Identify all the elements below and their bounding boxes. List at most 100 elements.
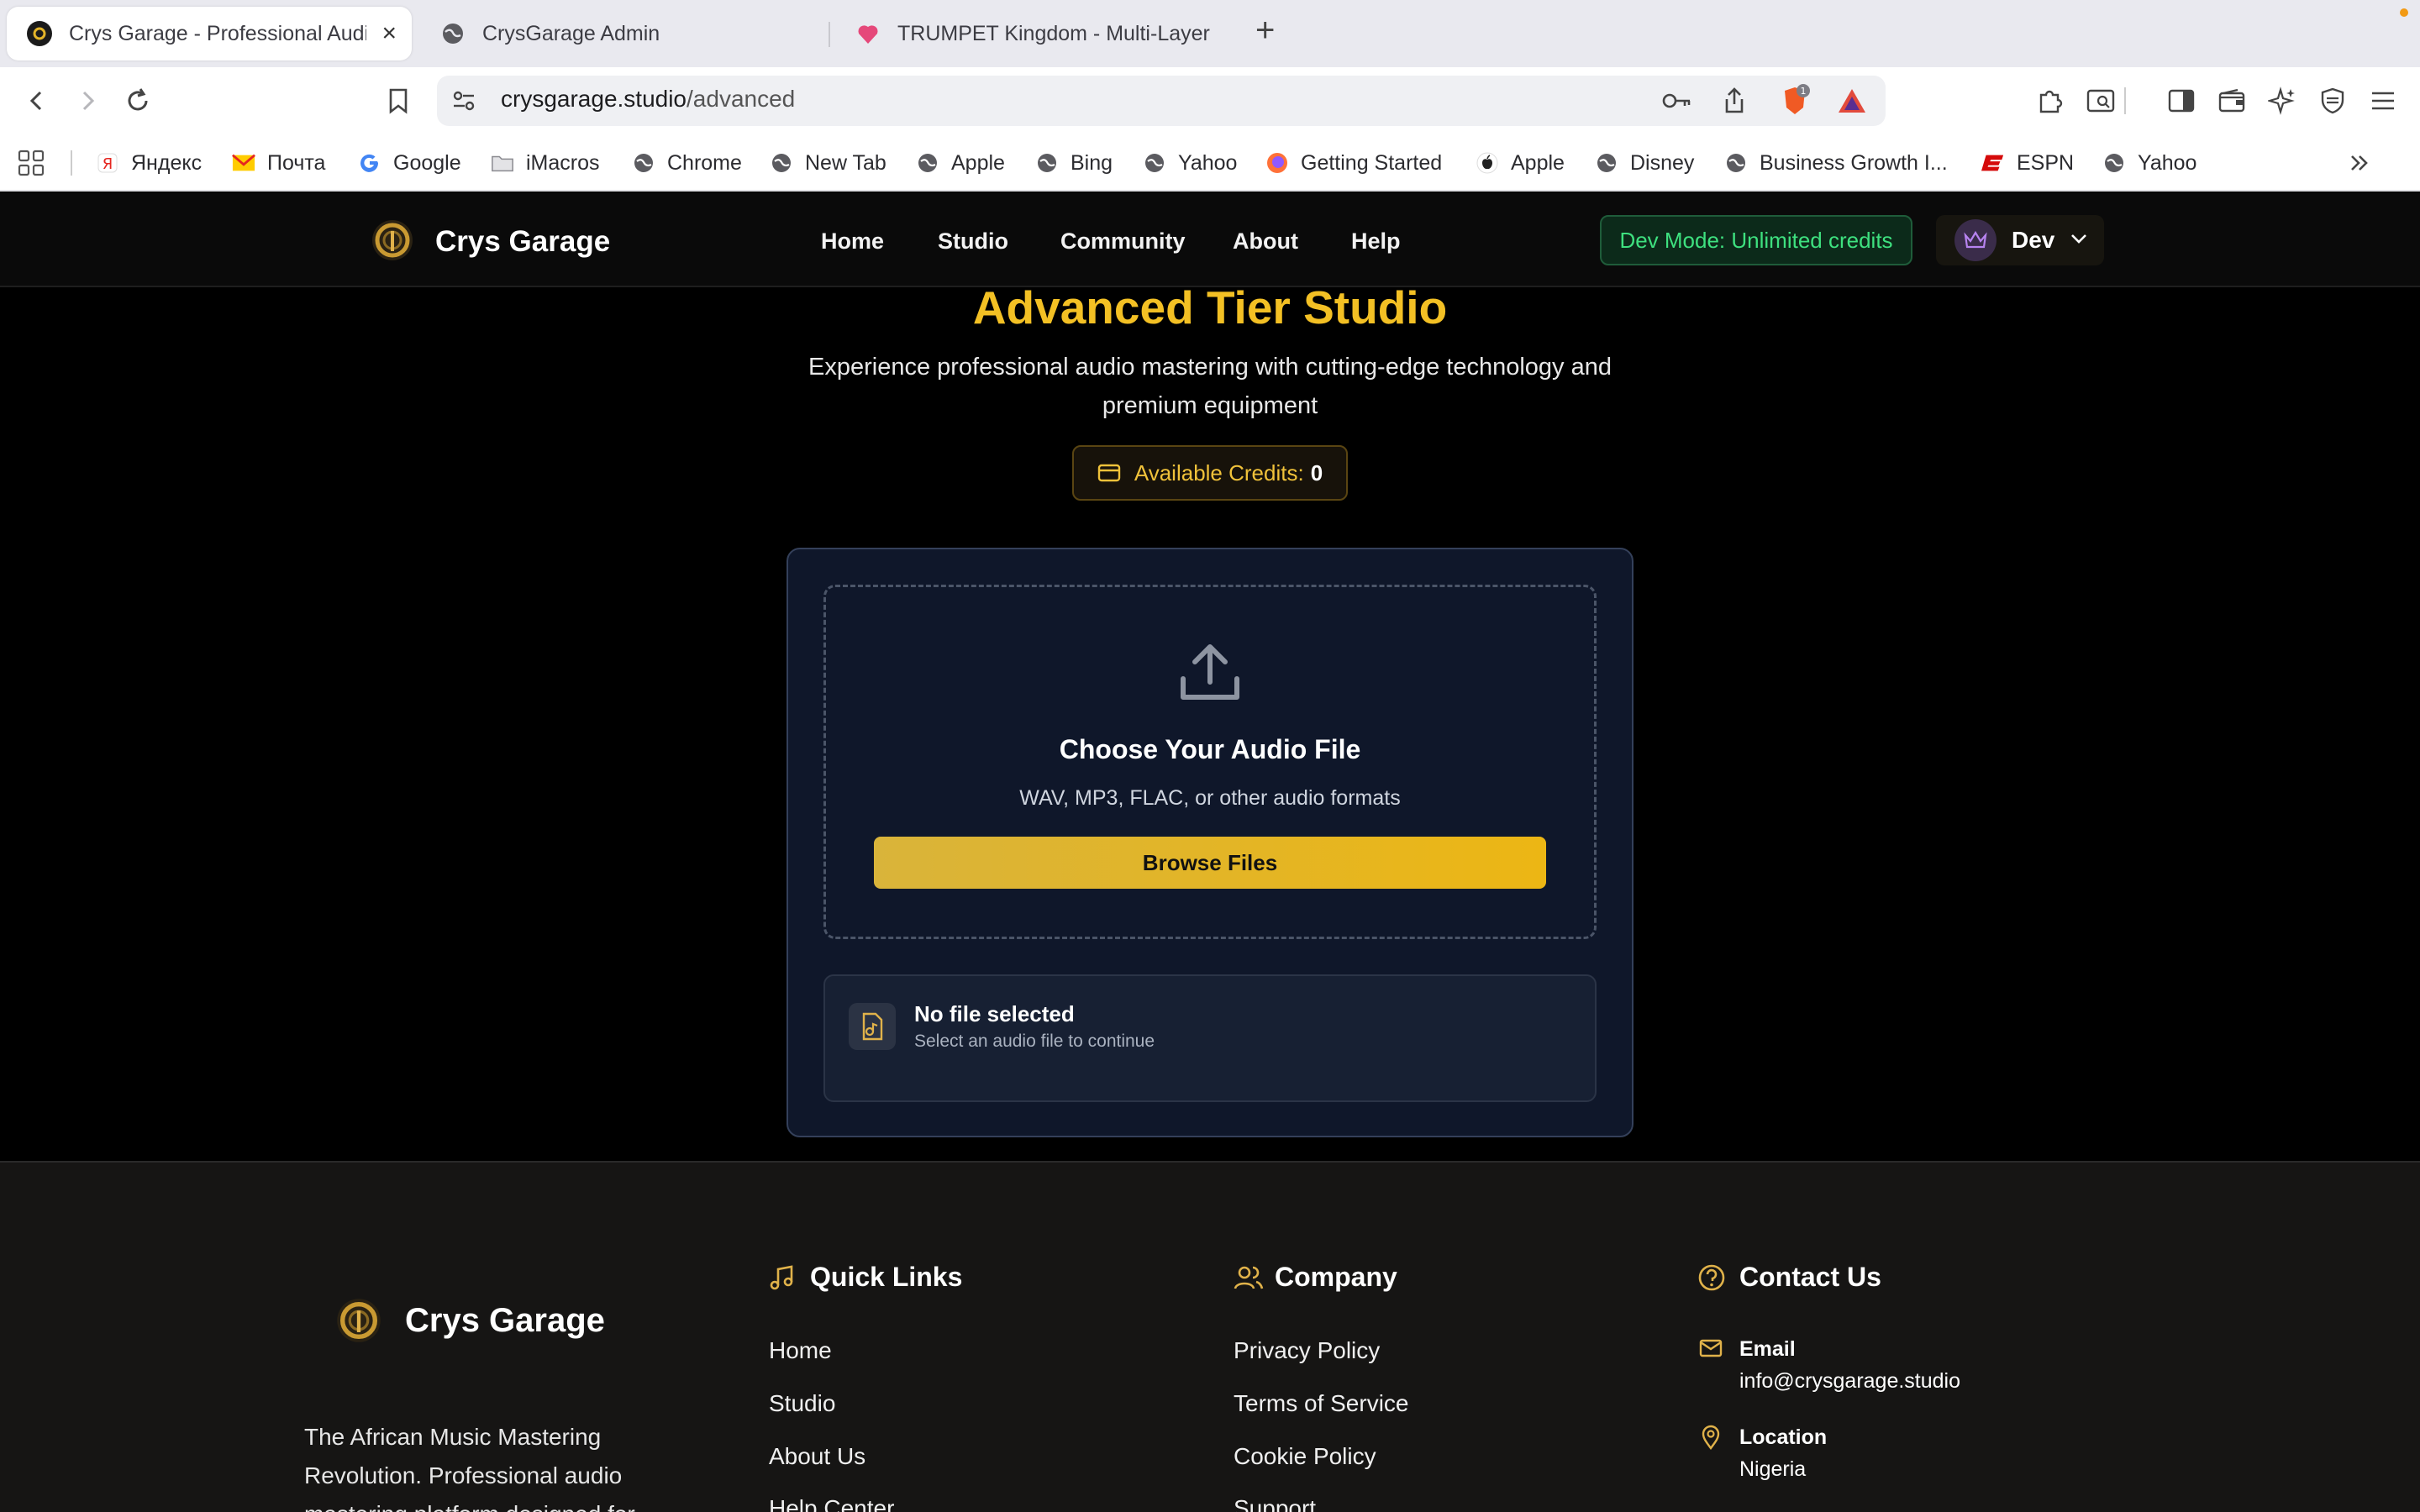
close-icon[interactable]: × bbox=[381, 19, 397, 48]
credits-label: Available Credits: bbox=[1134, 459, 1304, 486]
footer-link-support[interactable]: Support bbox=[1234, 1495, 1316, 1512]
bookmark-label: Почта bbox=[267, 150, 326, 175]
contact-location-value: Nigeria bbox=[1739, 1457, 1807, 1481]
footer-logo-icon bbox=[337, 1299, 381, 1342]
bookmark-label: Getting Started bbox=[1301, 150, 1443, 175]
nav-help[interactable]: Help bbox=[1351, 228, 1401, 255]
globe-icon bbox=[440, 21, 466, 46]
footer-link-terms-of-service[interactable]: Terms of Service bbox=[1234, 1390, 1409, 1417]
page-subtitle: Experience professional audio mastering … bbox=[808, 354, 1612, 419]
site-settings-icon[interactable] bbox=[444, 81, 484, 121]
quick-links-heading: Quick Links bbox=[810, 1262, 963, 1292]
extensions-icon[interactable] bbox=[2030, 81, 2070, 121]
footer-link-about-us[interactable]: About Us bbox=[769, 1443, 865, 1470]
globe-icon bbox=[632, 151, 655, 175]
footer-link-studio[interactable]: Studio bbox=[769, 1390, 835, 1417]
upload-icon bbox=[1181, 644, 1239, 700]
shields-count: 1 bbox=[1801, 86, 1807, 97]
footer-link-privacy-policy[interactable]: Privacy Policy bbox=[1234, 1337, 1380, 1364]
new-tab-button[interactable]: + bbox=[1255, 12, 1275, 50]
back-button[interactable] bbox=[17, 81, 57, 121]
nav-home[interactable]: Home bbox=[821, 228, 884, 255]
bookmark-label: Business Growth I... bbox=[1760, 150, 1948, 175]
footer-link-home[interactable]: Home bbox=[769, 1337, 832, 1364]
contact-email-value[interactable]: info@crysgarage.studio bbox=[1739, 1369, 1960, 1394]
browse-files-button[interactable]: Browse Files bbox=[874, 837, 1546, 889]
bookmark-apple[interactable]: Apple bbox=[916, 148, 1005, 178]
yandex-icon: Я bbox=[96, 151, 119, 175]
url-text[interactable]: crysgarage.studio/advanced bbox=[501, 86, 795, 113]
bookmark-google[interactable]: Google bbox=[358, 148, 461, 178]
location-pin-icon bbox=[1702, 1425, 1720, 1450]
key-icon[interactable] bbox=[1657, 81, 1697, 121]
globe-icon bbox=[1595, 151, 1618, 175]
url-host: crysgarage.studio bbox=[501, 86, 687, 112]
nav-about[interactable]: About bbox=[1233, 228, 1298, 255]
nav-community[interactable]: Community bbox=[1060, 228, 1186, 255]
reader-mode-icon[interactable] bbox=[2081, 81, 2121, 121]
share-icon[interactable] bbox=[1714, 81, 1754, 121]
crys-garage-logo-icon[interactable] bbox=[370, 218, 415, 263]
brave-shields-icon[interactable]: 1 bbox=[1775, 81, 1815, 121]
contact-heading: Contact Us bbox=[1739, 1262, 1881, 1292]
footer-brand: Crys Garage bbox=[405, 1302, 605, 1339]
bookmark-apple-2[interactable]: Apple bbox=[1476, 148, 1565, 178]
bookmark-chrome[interactable]: Chrome bbox=[632, 148, 742, 178]
chevron-down-icon bbox=[2070, 233, 2088, 249]
footer-link-help-center[interactable]: Help Center bbox=[769, 1495, 894, 1512]
forward-button[interactable] bbox=[67, 81, 108, 121]
footer-description: The African Music Mastering Revolution. … bbox=[304, 1424, 635, 1512]
credit-card-icon bbox=[1097, 464, 1121, 482]
dev-mode-badge: Dev Mode: Unlimited credits bbox=[1600, 215, 1912, 265]
help-circle-icon bbox=[1698, 1264, 1725, 1291]
file-status-title: No file selected bbox=[914, 1001, 1075, 1026]
file-status-subtitle: Select an audio file to continue bbox=[914, 1032, 1155, 1051]
globe-icon bbox=[2102, 151, 2126, 175]
bookmark-label: Apple bbox=[951, 150, 1005, 175]
site-brand[interactable]: Crys Garage bbox=[435, 225, 610, 259]
bookmark-bing[interactable]: Bing bbox=[1035, 148, 1113, 178]
bookmark-yahoo-2[interactable]: Yahoo bbox=[2102, 148, 2196, 178]
bookmark-label: New Tab bbox=[805, 150, 886, 175]
bookmark-getting-started[interactable]: Getting Started bbox=[1265, 148, 1442, 178]
contact-email-label: Email bbox=[1739, 1337, 1796, 1361]
svg-text:Я: Я bbox=[103, 155, 113, 173]
url-path: /advanced bbox=[687, 86, 796, 112]
reload-button[interactable] bbox=[118, 81, 158, 121]
folder-icon bbox=[491, 151, 514, 175]
globe-icon bbox=[1035, 151, 1059, 175]
brave-rewards-icon[interactable] bbox=[1832, 81, 1872, 121]
tab-crysgarage-admin[interactable]: CrysGarage Admin bbox=[420, 7, 815, 60]
user-menu-button[interactable]: Dev bbox=[1936, 215, 2104, 265]
tab-title: Crys Garage - Professional Audio bbox=[69, 21, 366, 45]
bookmark-label: Яндекс bbox=[131, 150, 203, 175]
notification-dot bbox=[2400, 8, 2408, 17]
bookmark-icon[interactable] bbox=[378, 81, 418, 121]
heart-app-icon bbox=[855, 21, 881, 46]
wallet-icon[interactable] bbox=[2212, 81, 2252, 121]
menu-icon[interactable] bbox=[2363, 81, 2403, 121]
more-bookmarks-icon[interactable] bbox=[2348, 148, 2371, 178]
globe-icon bbox=[770, 151, 793, 175]
apps-grid-icon[interactable] bbox=[17, 148, 45, 178]
bookmark-business-growth[interactable]: Business Growth I... bbox=[1724, 148, 1948, 178]
leo-ai-icon[interactable] bbox=[2262, 81, 2302, 121]
bookmark-divider bbox=[71, 148, 72, 178]
bookmark-disney[interactable]: Disney bbox=[1595, 148, 1694, 178]
page-title: Advanced Tier Studio bbox=[972, 281, 1448, 333]
tab-trumpet-kingdom[interactable]: TRUMPET Kingdom - Multi-Layered bbox=[835, 7, 1230, 60]
footer-link-cookie-policy[interactable]: Cookie Policy bbox=[1234, 1443, 1376, 1470]
bookmark-new-tab[interactable]: New Tab bbox=[770, 148, 886, 178]
bookmark-espn[interactable]: ESPN bbox=[1981, 148, 2074, 178]
sidebar-icon[interactable] bbox=[2161, 81, 2202, 121]
audio-file-icon bbox=[849, 1003, 896, 1050]
bookmark-imacros[interactable]: iMacros bbox=[491, 148, 600, 178]
tab-crys-garage[interactable]: Crys Garage - Professional Audio × bbox=[7, 7, 412, 60]
nav-studio[interactable]: Studio bbox=[938, 228, 1008, 255]
bookmark-yahoo[interactable]: Yahoo bbox=[1143, 148, 1237, 178]
bookmark-mail[interactable]: Почта bbox=[232, 148, 325, 178]
vpn-shield-icon[interactable] bbox=[2312, 81, 2353, 121]
globe-icon bbox=[1143, 151, 1166, 175]
bookmark-yandex[interactable]: Я Яндекс bbox=[96, 148, 202, 178]
bookmark-label: Bing bbox=[1071, 150, 1113, 175]
